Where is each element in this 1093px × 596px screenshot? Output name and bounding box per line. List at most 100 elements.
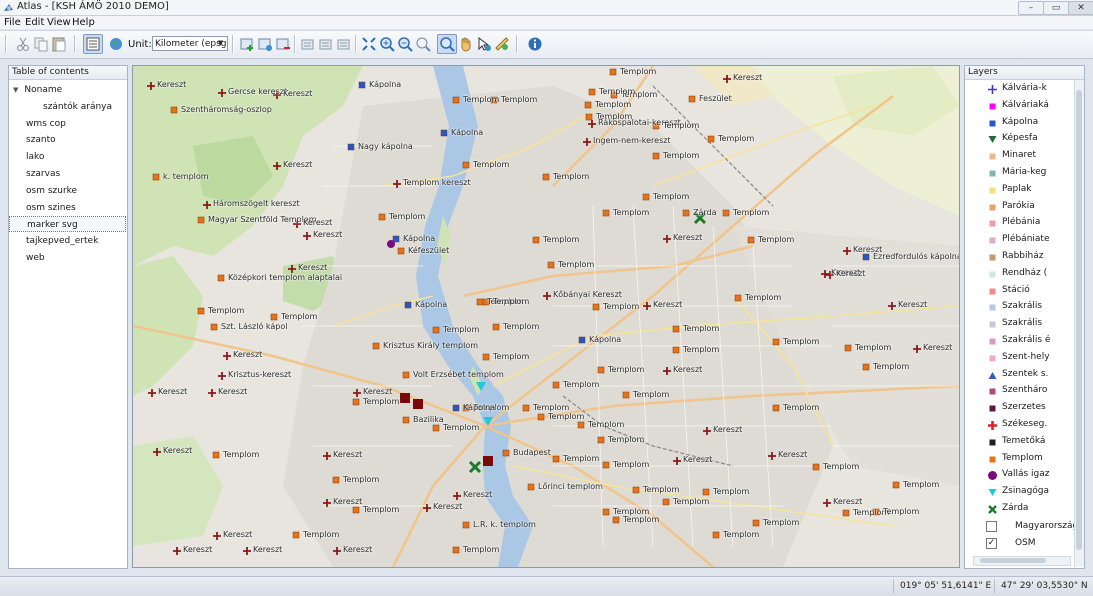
layer-row[interactable]: Szentek s.	[965, 366, 1073, 383]
church-marker[interactable]	[592, 303, 600, 311]
menu-view[interactable]: View	[47, 17, 71, 28]
cut-icon[interactable]	[14, 35, 32, 53]
chapel-marker[interactable]	[578, 336, 586, 344]
church-marker[interactable]	[502, 449, 510, 457]
church-marker[interactable]	[597, 366, 605, 374]
church-marker[interactable]	[609, 68, 617, 76]
church-marker[interactable]	[862, 363, 870, 371]
layer-row[interactable]: Parókia	[965, 198, 1073, 215]
church-marker[interactable]	[332, 476, 340, 484]
church-marker[interactable]	[432, 424, 440, 432]
toc-item[interactable]: szanto	[9, 132, 143, 148]
church-marker[interactable]	[547, 261, 555, 269]
layer-row[interactable]: Temetőká	[965, 433, 1073, 450]
layer-row[interactable]: Zsinagóga	[965, 483, 1073, 500]
religious-marker[interactable]	[387, 240, 395, 248]
basemap-row[interactable]: ✓ OSM	[965, 535, 1073, 552]
church-marker[interactable]	[688, 95, 696, 103]
church-marker[interactable]	[597, 436, 605, 444]
table-of-contents-icon[interactable]	[83, 34, 103, 54]
layer-row[interactable]: Szakrális	[965, 298, 1073, 315]
layer-row[interactable]: Kálvária-k	[965, 80, 1073, 97]
chapel-marker[interactable]	[862, 253, 870, 261]
church-marker[interactable]	[197, 216, 205, 224]
layer-row[interactable]: Rabbiház	[965, 248, 1073, 265]
church-marker[interactable]	[622, 391, 630, 399]
layer-row[interactable]: Székeseg.	[965, 416, 1073, 433]
church-marker[interactable]	[270, 313, 278, 321]
measure-icon[interactable]	[493, 35, 511, 53]
menu-edit[interactable]: Edit	[25, 17, 44, 28]
church-marker[interactable]	[352, 506, 360, 514]
close-button[interactable]: ✕	[1068, 1, 1093, 15]
toc-item[interactable]: szarvas	[9, 166, 143, 182]
layer-up-icon[interactable]	[299, 35, 317, 53]
church-marker[interactable]	[752, 519, 760, 527]
church-marker[interactable]	[602, 508, 610, 516]
church-marker[interactable]	[402, 416, 410, 424]
expand-arrow-icon[interactable]: ▼	[13, 86, 18, 94]
church-marker[interactable]	[642, 193, 650, 201]
church-marker[interactable]	[672, 346, 680, 354]
church-marker[interactable]	[152, 173, 160, 181]
layer-row[interactable]: Templom	[965, 450, 1073, 467]
layer-row[interactable]: Kálváriaká	[965, 97, 1073, 114]
minimize-button[interactable]: –	[1018, 1, 1044, 15]
church-marker[interactable]	[452, 96, 460, 104]
church-marker[interactable]	[734, 294, 742, 302]
church-marker[interactable]	[372, 342, 380, 350]
church-marker[interactable]	[602, 461, 610, 469]
zoom-box-icon[interactable]	[414, 35, 432, 53]
layer-row[interactable]: Szent-hely	[965, 349, 1073, 366]
layer-properties-icon[interactable]	[335, 35, 353, 53]
paste-icon[interactable]	[50, 35, 68, 53]
church-marker[interactable]	[652, 152, 660, 160]
layer-checkbox[interactable]	[986, 521, 997, 532]
scrollbar-thumb[interactable]	[980, 558, 1046, 563]
church-marker[interactable]	[292, 531, 300, 539]
layer-row[interactable]: Rendház (	[965, 265, 1073, 282]
layer-row[interactable]: Képesfa	[965, 130, 1073, 147]
layer-row[interactable]: Szerzetes	[965, 399, 1073, 416]
church-marker[interactable]	[552, 381, 560, 389]
church-marker[interactable]	[632, 486, 640, 494]
info-icon[interactable]	[526, 35, 544, 53]
chapel-marker[interactable]	[392, 235, 400, 243]
church-marker[interactable]	[462, 521, 470, 529]
toc-item[interactable]: marker svg	[9, 216, 126, 233]
chapel-marker[interactable]	[347, 143, 355, 151]
chapel-marker[interactable]	[440, 129, 448, 137]
church-marker[interactable]	[542, 173, 550, 181]
church-marker[interactable]	[662, 498, 670, 506]
church-marker[interactable]	[707, 135, 715, 143]
church-marker[interactable]	[577, 421, 585, 429]
layer-row[interactable]: Szentháro	[965, 382, 1073, 399]
remove-layer-icon[interactable]	[274, 35, 292, 53]
church-marker[interactable]	[772, 404, 780, 412]
horizontal-scrollbar[interactable]	[973, 556, 1071, 566]
church-marker[interactable]	[612, 516, 620, 524]
church-marker[interactable]	[812, 463, 820, 471]
globe-icon[interactable]	[107, 35, 125, 53]
vertical-scrollbar[interactable]	[1074, 80, 1084, 567]
church-marker[interactable]	[527, 483, 535, 491]
pan-hand-icon[interactable]	[457, 35, 475, 53]
identify-icon[interactable]	[475, 35, 493, 53]
church-marker[interactable]	[522, 404, 530, 412]
chapel-marker[interactable]	[358, 81, 366, 89]
church-marker[interactable]	[842, 509, 850, 517]
layer-down-icon[interactable]	[317, 35, 335, 53]
church-marker[interactable]	[197, 307, 205, 315]
toc-item[interactable]: wms cop	[9, 116, 143, 132]
church-marker[interactable]	[552, 455, 560, 463]
chapel-marker[interactable]	[452, 404, 460, 412]
cathedral-marker[interactable]	[400, 393, 410, 403]
layer-row[interactable]: Plébánia	[965, 214, 1073, 231]
layer-row[interactable]: Minaret	[965, 147, 1073, 164]
church-marker[interactable]	[352, 398, 360, 406]
toc-item[interactable]: tajkepved_ertek	[9, 233, 143, 249]
layer-row[interactable]: Kápolna	[965, 114, 1073, 131]
toc-item[interactable]: ▼ Noname	[9, 82, 130, 98]
church-marker[interactable]	[702, 488, 710, 496]
church-marker[interactable]	[892, 481, 900, 489]
